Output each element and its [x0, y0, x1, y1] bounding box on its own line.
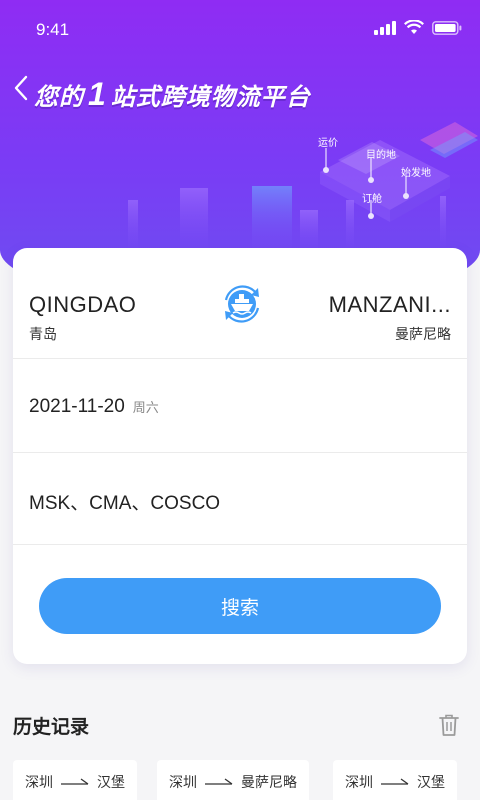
slogan-number: 1 [88, 76, 107, 112]
slogan-prefix: 您的 [34, 83, 84, 111]
history-item[interactable]: 深圳 汉堡 [13, 760, 137, 800]
signal-icon [374, 20, 396, 35]
history-from: 深圳 [169, 775, 197, 791]
route-selector: QINGDAO 青岛 MANZANI... 曼萨尼略 [13, 248, 467, 358]
illustration-label-freight: 运价 [318, 138, 338, 149]
route-arrow-icon [205, 778, 233, 785]
route-arrow-icon [61, 778, 89, 785]
illustration-label-destination: 目的地 [366, 150, 396, 161]
battery-icon [432, 20, 462, 35]
history-item[interactable]: 深圳 汉堡 [333, 760, 457, 800]
divider [13, 358, 467, 359]
status-icons [374, 20, 462, 35]
history-from: 深圳 [345, 775, 373, 791]
history-title: 历史记录 [13, 716, 90, 738]
date-selector[interactable]: 2021-11-20 周六 [29, 396, 159, 418]
departure-date[interactable]: 2021-11-20 [29, 396, 125, 417]
route-arrow-icon [381, 778, 409, 785]
slogan-suffix: 站式跨境物流平台 [110, 83, 311, 111]
carrier-selector[interactable]: MSK、CMA、COSCO [29, 488, 220, 515]
origin-name[interactable]: 青岛 [29, 324, 57, 344]
history-to: 曼萨尼略 [241, 775, 297, 791]
logistics-search-screen: 运价 目的地 始发地 订舱 9:41 您的 1 站式跨境物流平台 QINGDAO… [0, 0, 480, 800]
history-to: 汉堡 [97, 775, 125, 791]
history-from: 深圳 [25, 775, 53, 791]
illustration-label-origin: 始发地 [401, 168, 431, 179]
destination-name[interactable]: 曼萨尼略 [395, 324, 451, 344]
destination-code[interactable]: MANZANI... [329, 292, 451, 318]
status-time: 9:41 [36, 20, 70, 39]
origin-code[interactable]: QINGDAO [29, 292, 136, 318]
trash-icon[interactable] [438, 713, 460, 737]
ship-swap-icon[interactable] [216, 278, 268, 330]
history-item[interactable]: 深圳 曼萨尼略 [157, 760, 309, 800]
divider [13, 544, 467, 545]
divider [13, 452, 467, 453]
page-title: 您的 1 站式跨境物流平台 [34, 76, 311, 113]
history-to: 汉堡 [417, 775, 445, 791]
weekday-label: 周六 [132, 401, 159, 416]
back-arrow-icon[interactable] [12, 74, 32, 102]
status-bar: 9:41 [0, 0, 480, 62]
search-card: QINGDAO 青岛 MANZANI... 曼萨尼略 2021-11-20 周六… [13, 248, 467, 664]
illustration-label-booking: 订舱 [362, 194, 382, 205]
wifi-icon [404, 20, 424, 34]
search-button[interactable]: 搜索 [39, 578, 441, 634]
